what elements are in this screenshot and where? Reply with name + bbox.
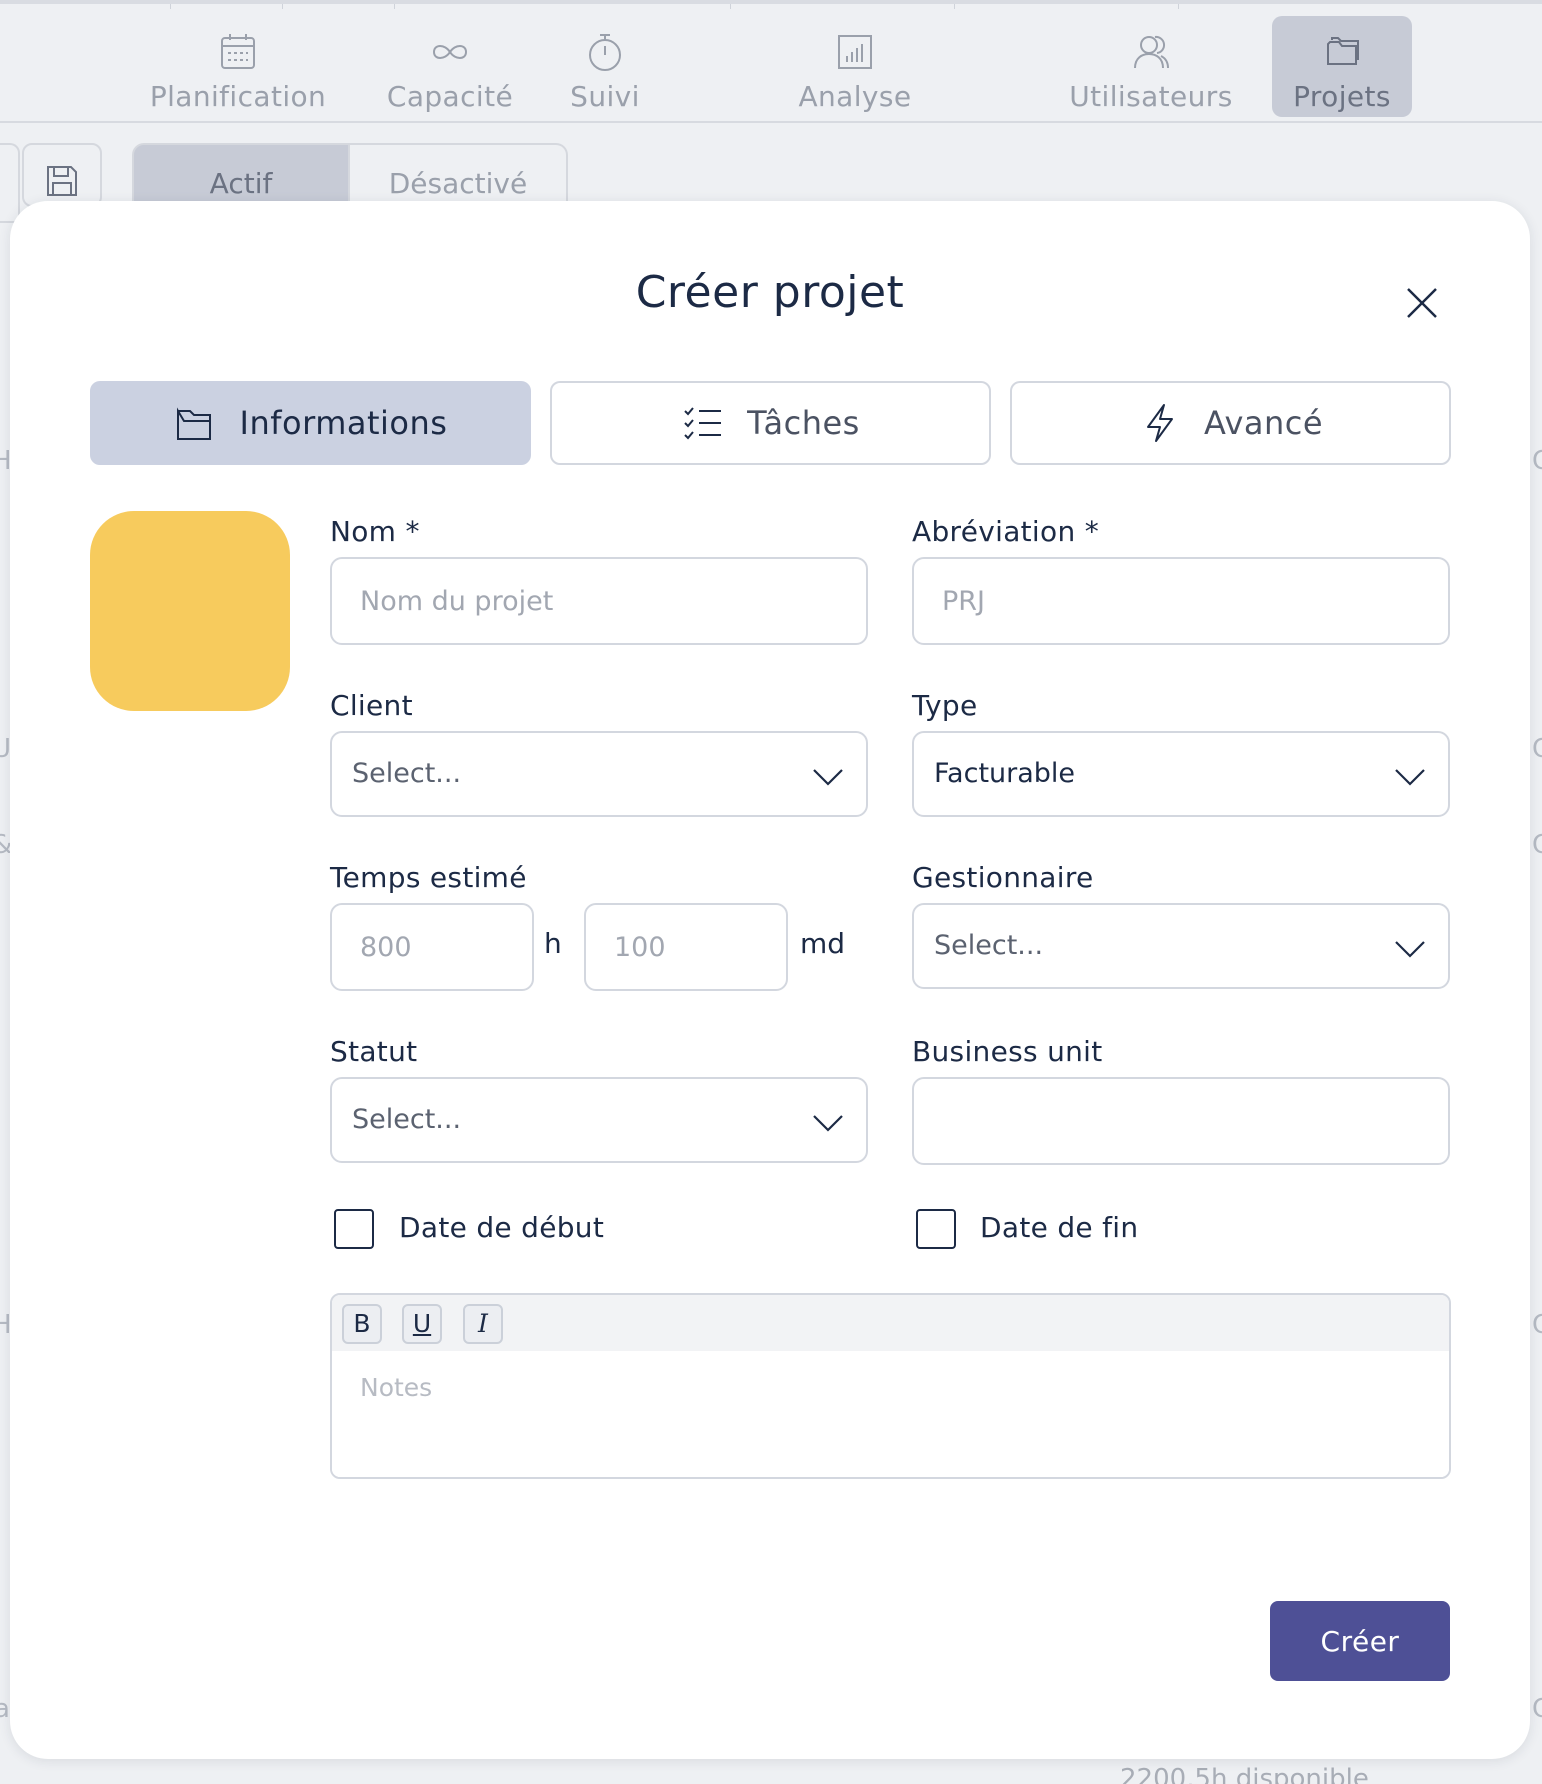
chevron-down-icon bbox=[1395, 769, 1425, 786]
type-select-value: Facturable bbox=[934, 758, 1076, 789]
close-icon[interactable] bbox=[1400, 281, 1444, 325]
days-unit: md bbox=[800, 927, 846, 960]
business-unit-input[interactable] bbox=[914, 1079, 1448, 1163]
manager-select[interactable]: Select... bbox=[912, 903, 1450, 989]
background-text-fragment: C bbox=[1532, 734, 1542, 764]
folder-open-icon bbox=[176, 407, 211, 440]
chevron-down-icon bbox=[813, 1115, 843, 1132]
status-label: Statut bbox=[330, 1035, 418, 1068]
save-button[interactable] bbox=[22, 143, 102, 207]
italic-button[interactable]: I bbox=[463, 1304, 503, 1344]
project-color-picker[interactable] bbox=[90, 511, 290, 711]
modal-title: Créer projet bbox=[635, 267, 905, 318]
nav-divider bbox=[394, 4, 395, 9]
background-text-fragment: C bbox=[1532, 446, 1542, 476]
nav-item-capacite[interactable]: Capacité bbox=[384, 16, 516, 117]
tab-label: Informations bbox=[239, 404, 448, 442]
client-select[interactable]: Select... bbox=[330, 731, 868, 817]
type-select[interactable]: Facturable bbox=[912, 731, 1450, 817]
nav-label: Utilisateurs bbox=[1069, 80, 1233, 113]
nav-label: Suivi bbox=[570, 80, 640, 113]
background-text-fragment: C bbox=[1532, 1310, 1542, 1340]
background-text-fragment: C bbox=[1532, 1694, 1542, 1724]
start-date-checkbox[interactable] bbox=[334, 1209, 374, 1249]
availability-text: 2200,5h disponible bbox=[1120, 1764, 1369, 1784]
left-panel-edge bbox=[0, 143, 20, 223]
status-select[interactable]: Select... bbox=[330, 1077, 868, 1163]
infinity-icon bbox=[432, 45, 468, 59]
top-navigation: Planification Capacité Suivi Analyse Uti… bbox=[0, 0, 1542, 123]
checklist-icon bbox=[684, 407, 722, 440]
hours-input[interactable] bbox=[332, 905, 532, 989]
nav-label: Capacité bbox=[386, 80, 514, 113]
nav-divider bbox=[730, 4, 731, 9]
tab-informations[interactable]: Informations bbox=[90, 381, 531, 465]
nav-divider bbox=[282, 4, 283, 9]
manager-label: Gestionnaire bbox=[912, 861, 1094, 894]
business-unit-field[interactable] bbox=[912, 1077, 1450, 1165]
nav-divider bbox=[170, 4, 171, 9]
bold-button[interactable]: B bbox=[342, 1304, 382, 1344]
nav-divider bbox=[1178, 4, 1179, 9]
nav-label: Projets bbox=[1293, 80, 1391, 113]
notes-textarea[interactable] bbox=[332, 1351, 1449, 1477]
days-field[interactable] bbox=[584, 903, 788, 991]
nav-label: Analyse bbox=[798, 80, 912, 113]
bar-chart-icon bbox=[838, 35, 872, 69]
create-project-modal: Créer projet Informations Tâches Avancé … bbox=[10, 201, 1530, 1759]
background-text-fragment: C bbox=[1532, 830, 1542, 860]
lightning-icon bbox=[1146, 404, 1173, 442]
segment-actif[interactable]: Actif bbox=[132, 143, 350, 207]
create-button[interactable]: Créer bbox=[1270, 1601, 1450, 1681]
end-date-label: Date de fin bbox=[980, 1211, 1139, 1244]
chevron-down-icon bbox=[813, 769, 843, 786]
end-date-checkbox[interactable] bbox=[916, 1209, 956, 1249]
nav-item-utilisateurs[interactable]: Utilisateurs bbox=[1066, 16, 1236, 117]
nav-divider bbox=[954, 4, 955, 9]
hours-unit: h bbox=[544, 927, 562, 960]
save-icon bbox=[47, 166, 77, 196]
nav-item-analyse[interactable]: Analyse bbox=[790, 16, 920, 117]
name-input[interactable] bbox=[332, 559, 866, 643]
start-date-label: Date de début bbox=[399, 1211, 605, 1244]
stopwatch-icon bbox=[589, 34, 621, 71]
tab-taches[interactable]: Tâches bbox=[550, 381, 991, 465]
manager-select-value: Select... bbox=[934, 930, 1044, 961]
tab-label: Avancé bbox=[1203, 404, 1324, 442]
nav-label: Planification bbox=[149, 80, 327, 113]
client-label: Client bbox=[330, 689, 413, 722]
name-field[interactable] bbox=[330, 557, 868, 645]
background-text-fragment: a bbox=[0, 1694, 10, 1724]
chevron-down-icon bbox=[1395, 941, 1425, 958]
underline-button[interactable]: U bbox=[402, 1304, 442, 1344]
users-icon bbox=[1134, 35, 1169, 69]
nav-item-projets[interactable]: Projets bbox=[1272, 16, 1412, 117]
nav-item-suivi[interactable]: Suivi bbox=[560, 16, 650, 117]
hours-field[interactable] bbox=[330, 903, 534, 991]
business-unit-label: Business unit bbox=[912, 1035, 1103, 1068]
nav-item-planification[interactable]: Planification bbox=[146, 16, 330, 117]
type-label: Type bbox=[912, 689, 978, 722]
status-select-value: Select... bbox=[352, 1104, 462, 1135]
calendar-icon bbox=[221, 34, 255, 69]
folders-icon bbox=[1327, 37, 1359, 65]
notes-editor: B U I bbox=[330, 1293, 1451, 1479]
estimated-time-label: Temps estimé bbox=[330, 861, 527, 894]
name-label: Nom * bbox=[330, 515, 420, 548]
client-select-value: Select... bbox=[352, 758, 462, 789]
segment-label: Actif bbox=[209, 167, 273, 200]
segment-desactive[interactable]: Désactivé bbox=[350, 143, 568, 207]
editor-toolbar: B U I bbox=[332, 1295, 1449, 1351]
tab-avance[interactable]: Avancé bbox=[1010, 381, 1451, 465]
abbreviation-label: Abréviation * bbox=[912, 515, 1099, 548]
days-input[interactable] bbox=[586, 905, 786, 989]
tab-label: Tâches bbox=[747, 404, 860, 442]
background-text-fragment: i bbox=[0, 352, 1, 382]
segment-label: Désactivé bbox=[388, 167, 528, 200]
abbreviation-field[interactable] bbox=[912, 557, 1450, 645]
abbreviation-input[interactable] bbox=[914, 559, 1448, 643]
